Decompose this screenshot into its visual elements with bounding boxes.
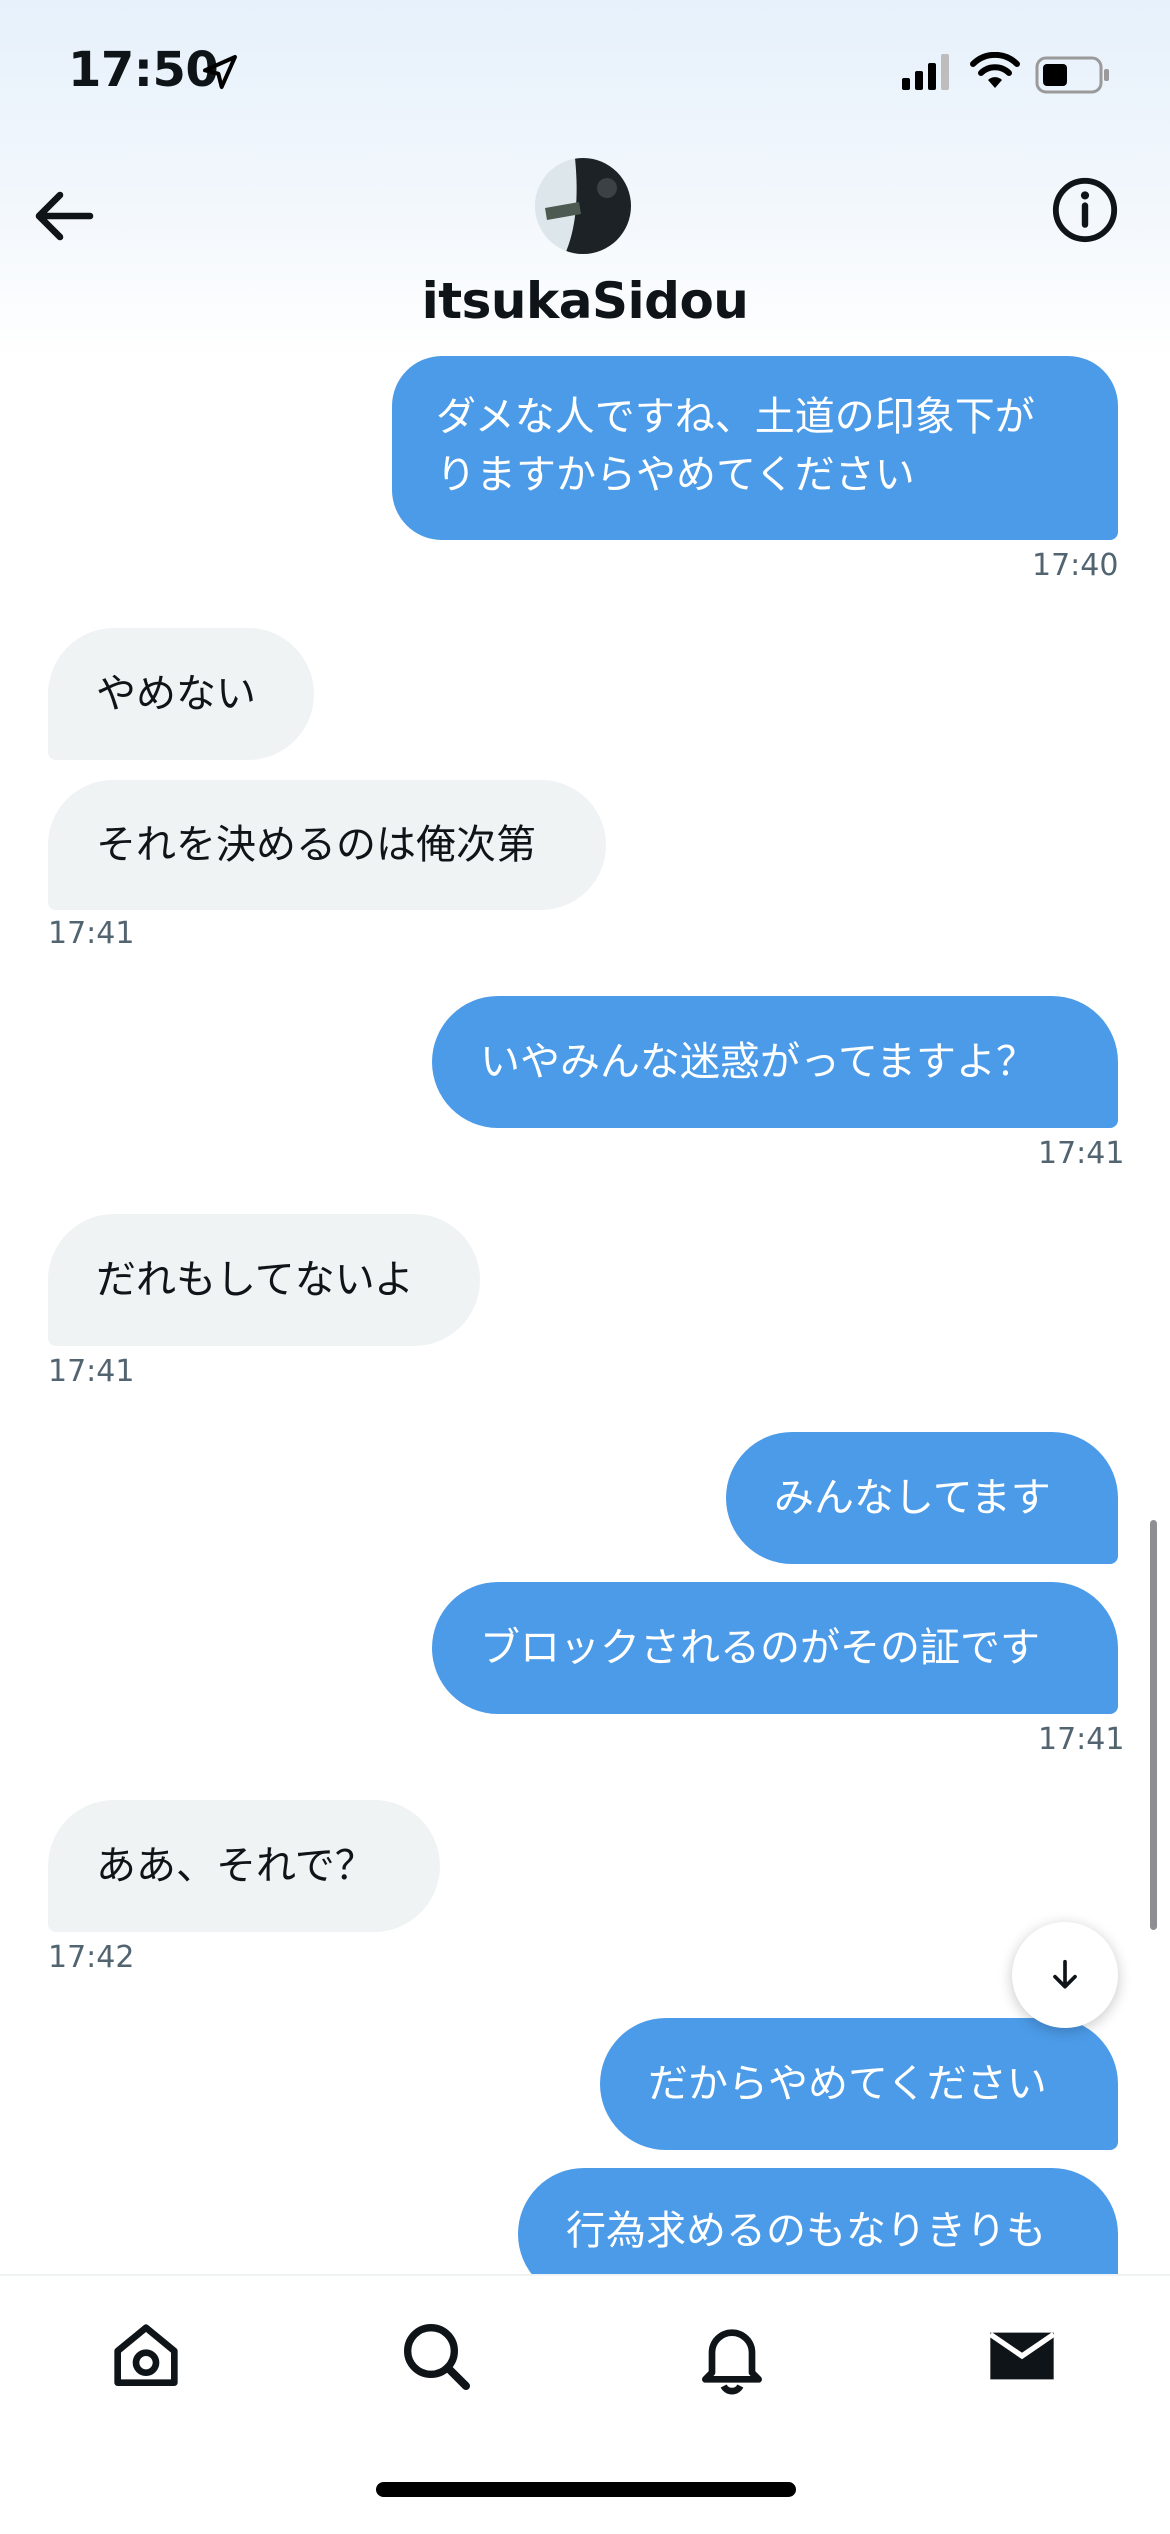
status-time: 17:50 [68,42,219,98]
scroll-to-bottom-button[interactable] [1012,1922,1118,2028]
timestamp: 17:40 [1032,548,1119,583]
timestamp: 17:41 [1038,1136,1125,1171]
scrollbar[interactable] [1150,1520,1157,1930]
arrow-down-icon [1053,1959,1077,1989]
timestamp: 17:42 [48,1940,135,1975]
message-bubble-sent[interactable]: ダメな人ですね、土道の印象下が りますからやめてください [392,356,1118,540]
home-indicator [376,2482,796,2497]
message-bubble-received[interactable]: だれもしてないよ [48,1214,480,1346]
message-text-line: りますからやめてください [436,452,915,498]
timestamp: 17:41 [1038,1722,1125,1757]
avatar[interactable] [535,158,631,254]
info-icon[interactable] [1050,175,1120,245]
message-bubble-sent[interactable]: ブロックされるのがその証です [432,1582,1118,1714]
message-text-line: ダメな人ですね、土道の印象下が [436,394,1035,440]
timestamp: 17:41 [48,916,135,951]
home-icon[interactable] [106,2316,186,2396]
message-bubble-received[interactable]: ああ、それで？ [48,1800,440,1932]
conversation-header: itsukaSidou [0,150,1170,350]
cellular-signal-icon [902,54,949,90]
timestamp: 17:41 [48,1354,135,1389]
status-bar: 17:50 [0,0,1170,150]
message-bubble-sent[interactable]: だからやめてください [600,2018,1118,2150]
message-bubble-received[interactable]: やめない [48,628,314,760]
search-icon[interactable] [396,2316,476,2396]
message-bubble-sent[interactable]: みんなしてます [726,1432,1118,1564]
battery-icon [1035,56,1109,94]
notifications-icon[interactable] [692,2316,772,2396]
back-arrow-icon[interactable] [30,180,102,252]
contact-name[interactable]: itsukaSidou [0,272,1170,330]
message-bubble-sent[interactable]: いやみんな迷惑がってますよ？ [432,996,1118,1128]
location-arrow-icon [203,55,237,89]
wifi-icon [970,52,1020,88]
message-bubble-received[interactable]: それを決めるのは俺次第 [48,780,606,910]
messages-icon[interactable] [982,2316,1062,2396]
